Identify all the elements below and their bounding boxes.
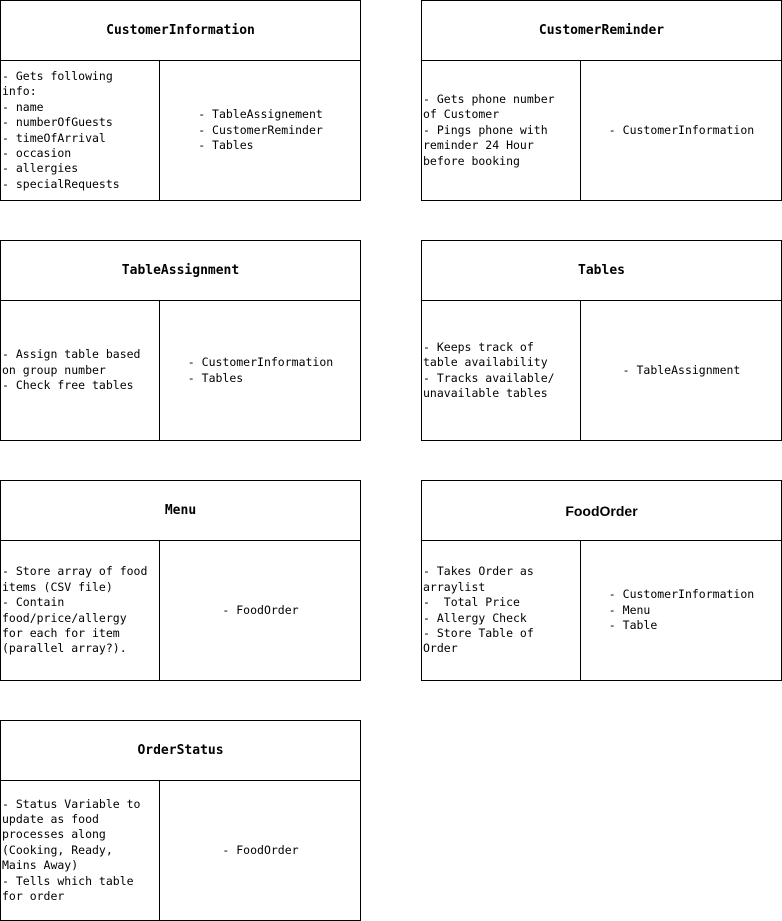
responsibility-line: table availability — [423, 355, 548, 370]
collaborators-cell: - TableAssignement - CustomerReminder - … — [161, 61, 360, 200]
collaborator-line: - FoodOrder — [222, 842, 299, 857]
responsibility-line: reminder 24 Hour — [423, 138, 534, 153]
collaborators-list: - FoodOrder — [222, 603, 298, 618]
collaborators-cell: - FoodOrder — [161, 781, 360, 920]
collaborators-list: - FoodOrder — [222, 843, 298, 858]
collaborators-list: - CustomerInformation - Tables — [188, 355, 333, 386]
responsibility-line: unavailable tables — [423, 385, 548, 400]
collaborator-line: - TableAssignement — [198, 107, 323, 122]
collaborators-list: - TableAssignment — [623, 363, 741, 378]
class-card-food-order: FoodOrder - Takes Order as arraylist - T… — [421, 480, 782, 681]
class-card-tables: Tables - Keeps track of table availabili… — [421, 240, 782, 441]
card-title: FoodOrder — [422, 481, 781, 541]
collaborator-line: - TableAssignment — [622, 362, 741, 377]
card-title: Menu — [1, 481, 360, 541]
responsibilities-cell: - Gets following info: - name - numberOf… — [1, 61, 160, 200]
responsibility-line: (Cooking, Ready, — [2, 842, 113, 857]
responsibility-line: - specialRequests — [2, 176, 120, 191]
responsibility-line: - Gets following — [2, 68, 113, 83]
responsibility-line: for each for item — [2, 625, 120, 640]
responsibilities-cell: - Store array of food items (CSV file) -… — [1, 541, 160, 680]
responsibilities-cell: - Gets phone number of Customer - Pings … — [422, 61, 581, 200]
collaborators-list: - TableAssignement - CustomerReminder - … — [198, 107, 323, 153]
responsibility-line: Order — [423, 641, 458, 656]
responsibility-line: - Allergy Check — [423, 610, 527, 625]
responsibility-line: - Tracks available/ — [423, 370, 555, 385]
responsibilities-cell: - Takes Order as arraylist - Total Price… — [422, 541, 581, 680]
responsibility-line: of Customer — [423, 107, 500, 122]
responsibility-line: - occasion — [2, 145, 72, 160]
collaborator-line: - FoodOrder — [222, 602, 299, 617]
class-card-customer-information: CustomerInformation - Gets following inf… — [0, 0, 361, 201]
collaborator-line: - Menu — [608, 602, 651, 617]
responsibilities-cell: - Status Variable to update as food proc… — [1, 781, 160, 920]
responsibility-line: - Total Price — [423, 595, 520, 610]
collaborator-line: - CustomerInformation — [608, 122, 755, 137]
responsibility-line: for order — [2, 889, 65, 904]
responsibility-line: before booking — [423, 153, 520, 168]
responsibility-line: food/price/allergy — [2, 610, 127, 625]
card-title: TableAssignment — [1, 241, 360, 301]
card-title: OrderStatus — [1, 721, 360, 781]
responsibility-line: - name — [2, 99, 44, 114]
class-card-customer-reminder: CustomerReminder - Gets phone number of … — [421, 0, 782, 201]
responsibility-line: - Gets phone number — [423, 91, 555, 106]
responsibility-line: - Tells which table — [2, 873, 134, 888]
responsibility-line: - Keeps track of — [423, 339, 534, 354]
collaborators-cell: - CustomerInformation - Menu - Table — [582, 541, 781, 680]
collaborator-line: - Tables — [187, 370, 244, 385]
class-card-menu: Menu - Store array of food items (CSV fi… — [0, 480, 361, 681]
responsibilities-cell: - Assign table based on group number - C… — [1, 301, 160, 440]
responsibility-line: processes along — [2, 827, 106, 842]
collaborator-line: - Table — [608, 618, 658, 633]
collaborator-line: - CustomerInformation — [187, 355, 334, 370]
responsibility-line: Mains Away) — [2, 858, 79, 873]
responsibility-line: - Assign table based — [2, 347, 141, 362]
card-title: Tables — [422, 241, 781, 301]
collaborators-cell: - CustomerInformation — [582, 61, 781, 200]
card-title: CustomerInformation — [1, 1, 360, 61]
responsibility-line: - timeOfArrival — [2, 130, 106, 145]
responsibility-line: (parallel array?). — [2, 641, 127, 656]
responsibility-line: on group number — [2, 362, 106, 377]
responsibility-line: - allergies — [2, 161, 79, 176]
responsibility-line: - Store array of food — [2, 564, 148, 579]
responsibility-line: update as food — [2, 811, 99, 826]
collaborator-line: - Tables — [198, 138, 254, 153]
collaborators-cell: - FoodOrder — [161, 541, 360, 680]
collaborators-list: - CustomerInformation — [609, 123, 754, 138]
responsibility-line: - Check free tables — [2, 378, 134, 393]
responsibility-line: - Pings phone with — [423, 122, 548, 137]
responsibility-line: info: — [2, 84, 37, 99]
responsibility-line: - Takes Order as — [423, 564, 534, 579]
responsibilities-cell: - Keeps track of table availability - Tr… — [422, 301, 581, 440]
responsibility-line: arraylist — [423, 579, 486, 594]
collaborators-cell: - CustomerInformation - Tables — [161, 301, 360, 440]
responsibility-line: items (CSV file) — [2, 579, 113, 594]
card-title: CustomerReminder — [422, 1, 781, 61]
responsibility-line: - Contain — [2, 595, 65, 610]
class-card-table-assignment: TableAssignment - Assign table based on … — [0, 240, 361, 441]
collaborator-line: - CustomerReminder — [198, 122, 323, 137]
responsibility-line: - Status Variable to — [2, 796, 141, 811]
collaborators-list: - CustomerInformation - Menu - Table — [609, 587, 754, 633]
class-card-order-status: OrderStatus - Status Variable to update … — [0, 720, 361, 921]
collaborator-line: - CustomerInformation — [608, 587, 755, 602]
responsibility-line: - Store Table of — [423, 625, 534, 640]
collaborators-cell: - TableAssignment — [582, 301, 781, 440]
responsibility-line: - numberOfGuests — [2, 115, 113, 130]
